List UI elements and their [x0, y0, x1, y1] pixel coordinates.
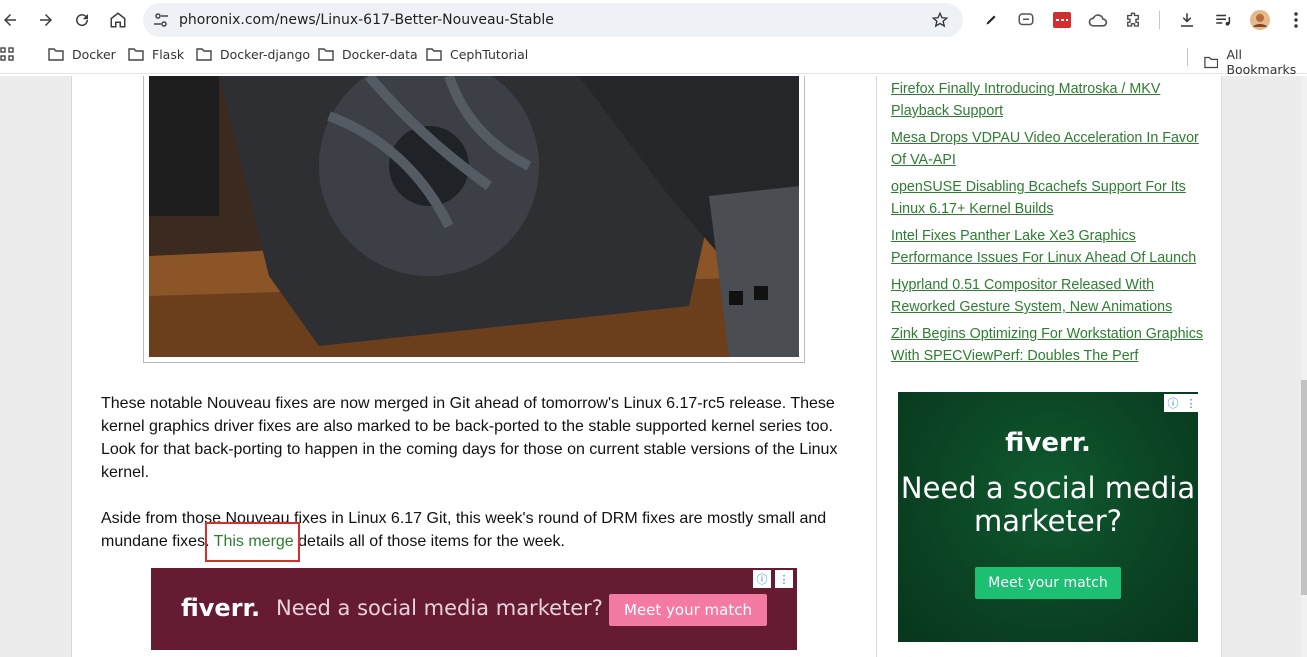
- fiverr-logo: fiverr.: [1005, 428, 1091, 458]
- home-button[interactable]: [100, 2, 136, 38]
- bookmark-folder[interactable]: Docker: [48, 47, 116, 62]
- article-column: These notable Nouveau fixes are now merg…: [71, 76, 877, 657]
- page-viewport: These notable Nouveau fixes are now merg…: [0, 76, 1307, 657]
- forward-button[interactable]: [28, 2, 64, 38]
- menu-kebab-icon[interactable]: [1285, 9, 1307, 31]
- scrollbar-thumb[interactable]: [1301, 380, 1307, 595]
- ad-info-icon[interactable]: ⓘ: [753, 570, 771, 588]
- apps-grid-icon[interactable]: [0, 47, 22, 61]
- article-image-frame: [143, 76, 805, 363]
- bookmark-folder[interactable]: Docker-django: [196, 47, 310, 62]
- url-text[interactable]: phoronix.com/news/Linux-617-Better-Nouve…: [179, 12, 554, 28]
- article-paragraph: These notable Nouveau fixes are now merg…: [101, 395, 838, 481]
- bookmark-label: Flask: [152, 47, 185, 62]
- all-bookmarks-label: All Bookmarks: [1226, 47, 1297, 77]
- sidebar-ad[interactable]: fiverr. Need a social media marketer? Me…: [898, 392, 1200, 642]
- bookmark-star-icon[interactable]: [931, 11, 949, 34]
- site-info-icon[interactable]: [143, 12, 179, 28]
- extensions-puzzle-icon[interactable]: [1122, 9, 1144, 31]
- reload-icon: [76, 14, 89, 27]
- all-bookmarks-folder[interactable]: All Bookmarks: [1204, 47, 1307, 77]
- bookmarks-separator: [1187, 48, 1188, 66]
- bookmark-folder[interactable]: Flask: [128, 47, 184, 62]
- ad-headline: Need a social media marketer?: [276, 596, 603, 620]
- chat-extension-icon[interactable]: [1015, 9, 1037, 31]
- bookmark-label: Docker-django: [220, 47, 311, 62]
- red-extension-icon[interactable]: [1051, 9, 1073, 31]
- folder-icon: [196, 48, 212, 61]
- sidebar-headline-link[interactable]: Zink Begins Optimizing For Workstation G…: [891, 323, 1211, 367]
- paragraph-text: details all of those items for the week.: [293, 533, 565, 550]
- download-icon[interactable]: [1176, 9, 1198, 31]
- sidebar-headline-link[interactable]: Mesa Drops VDPAU Video Acceleration In F…: [891, 127, 1211, 171]
- sidebar-headline-link[interactable]: openSUSE Disabling Bcachefs Support For …: [891, 176, 1211, 220]
- home-icon: [110, 12, 126, 28]
- back-arrow-icon: [4, 14, 16, 26]
- sidebar: Firefox Finally Introducing Matroska / M…: [877, 76, 1222, 657]
- article-image-gpu[interactable]: [149, 76, 799, 357]
- bookmark-folder[interactable]: Docker-data: [318, 47, 418, 62]
- bookmarks-bar: Docker Flask Docker-django Docker-data C…: [0, 40, 1307, 77]
- sidebar-headline-link[interactable]: Firefox Finally Introducing Matroska / M…: [891, 78, 1211, 122]
- folder-icon: [426, 48, 442, 61]
- ad-options-icon[interactable]: ⋮: [775, 570, 793, 588]
- bookmark-folder[interactable]: CephTutorial: [426, 47, 528, 62]
- meet-your-match-button[interactable]: Meet your match: [975, 567, 1121, 599]
- eyedropper-extension-icon[interactable]: [980, 9, 1002, 31]
- toolbar-separator: [1159, 11, 1160, 29]
- bookmark-label: Docker: [72, 47, 116, 62]
- sidebar-headline-link[interactable]: Intel Fixes Panther Lake Xe3 Graphics Pe…: [891, 225, 1211, 269]
- profile-avatar[interactable]: [1249, 9, 1271, 31]
- link-highlight-box: [205, 522, 300, 562]
- folder-icon: [1204, 56, 1219, 68]
- bookmark-label: CephTutorial: [450, 47, 529, 62]
- address-bar[interactable]: phoronix.com/news/Linux-617-Better-Nouve…: [143, 3, 963, 37]
- bookmark-label: Docker-data: [342, 47, 418, 62]
- banner-ad[interactable]: fiverr. Need a social media marketer? Me…: [151, 568, 797, 650]
- reload-button[interactable]: [64, 2, 100, 38]
- cloud-extension-icon[interactable]: [1087, 9, 1109, 31]
- back-button[interactable]: [0, 2, 28, 38]
- meet-your-match-button[interactable]: Meet your match: [609, 594, 767, 626]
- ad-headline: Need a social media marketer?: [900, 471, 1196, 538]
- folder-icon: [318, 48, 334, 61]
- forward-arrow-icon: [40, 14, 52, 26]
- ad-options-icon[interactable]: ⋮: [1182, 394, 1200, 412]
- browser-toolbar: phoronix.com/news/Linux-617-Better-Nouve…: [0, 0, 1307, 40]
- folder-icon: [128, 48, 144, 61]
- media-playlist-icon[interactable]: [1212, 9, 1234, 31]
- folder-icon: [48, 48, 64, 61]
- ad-info-icon[interactable]: ⓘ: [1164, 394, 1182, 412]
- fiverr-logo: fiverr.: [181, 594, 261, 622]
- sidebar-headline-link[interactable]: Hyprland 0.51 Compositor Released With R…: [891, 274, 1211, 318]
